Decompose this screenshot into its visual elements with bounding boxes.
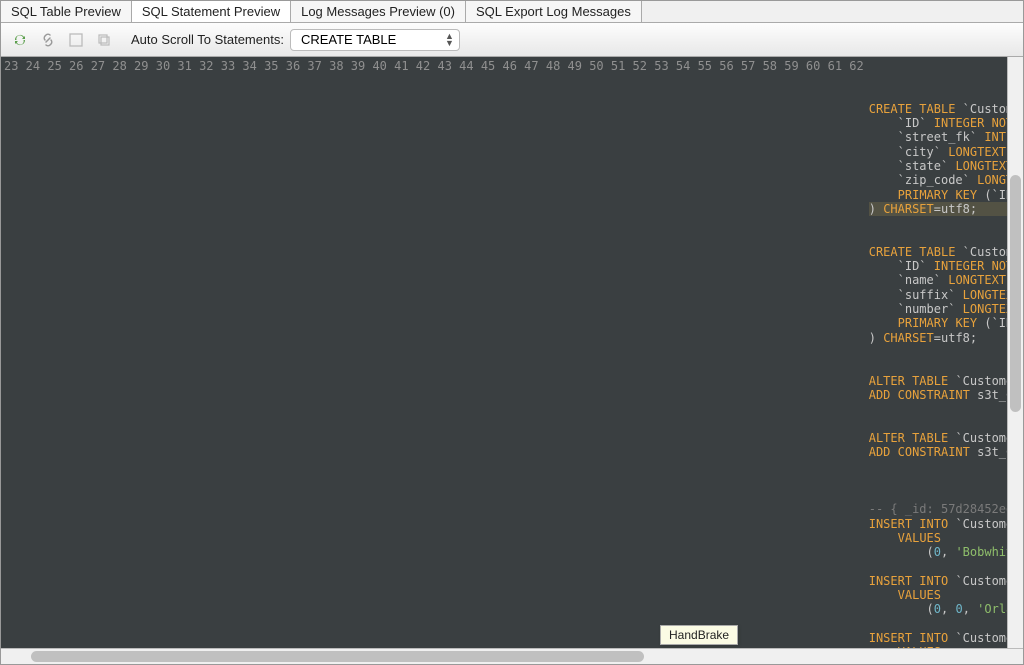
vertical-scrollbar-thumb[interactable]: [1010, 175, 1021, 411]
tab-log-messages-preview[interactable]: Log Messages Preview (0): [291, 1, 466, 22]
tooltip: HandBrake: [660, 625, 738, 645]
tab-sql-export-log-messages[interactable]: SQL Export Log Messages: [466, 1, 642, 22]
code-content: CREATE TABLE `Customers_address` ( `ID` …: [869, 102, 1007, 648]
tab-sql-statement-preview[interactable]: SQL Statement Preview: [132, 1, 291, 22]
code-viewport[interactable]: CREATE TABLE `Customers_address` ( `ID` …: [869, 57, 1007, 648]
empty-box-button[interactable]: [65, 29, 87, 51]
horizontal-scrollbar-thumb[interactable]: [31, 651, 644, 662]
line-number-gutter: 23 24 25 26 27 28 29 30 31 32 33 34 35 3…: [1, 57, 869, 648]
refresh-button[interactable]: [9, 29, 31, 51]
link-button[interactable]: [37, 29, 59, 51]
auto-scroll-label: Auto Scroll To Statements:: [131, 32, 284, 47]
horizontal-scrollbar[interactable]: [1, 648, 1023, 664]
auto-scroll-select[interactable]: CREATE TABLE: [290, 29, 460, 51]
code-editor[interactable]: 23 24 25 26 27 28 29 30 31 32 33 34 35 3…: [1, 57, 1023, 648]
copy-button[interactable]: [93, 29, 115, 51]
tab-sql-table-preview[interactable]: SQL Table Preview: [1, 1, 132, 22]
toolbar: Auto Scroll To Statements: CREATE TABLE …: [1, 23, 1023, 57]
vertical-scrollbar[interactable]: [1007, 57, 1023, 648]
tab-bar: SQL Table Preview SQL Statement Preview …: [1, 1, 1023, 23]
